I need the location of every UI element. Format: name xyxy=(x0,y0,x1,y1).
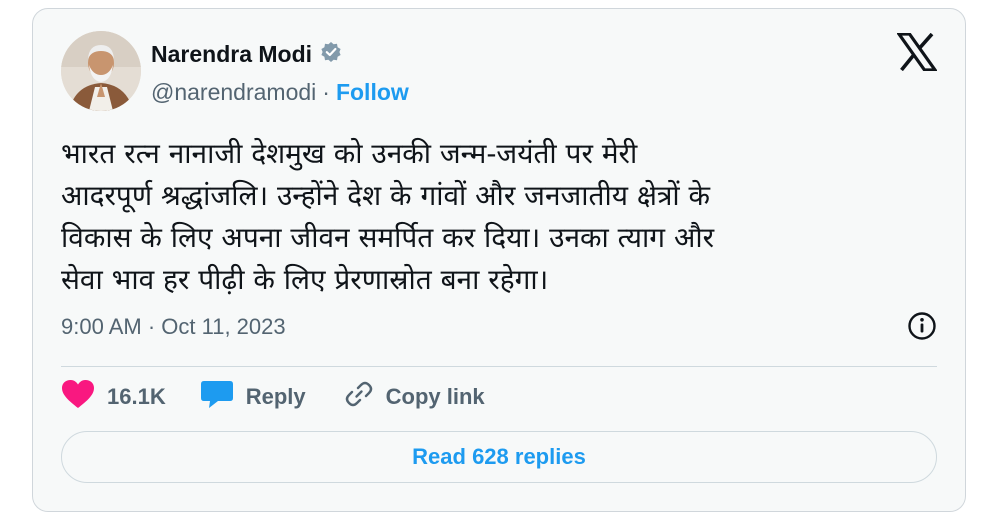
avatar[interactable] xyxy=(61,31,141,111)
reply-label: Reply xyxy=(245,384,306,409)
divider xyxy=(61,366,937,367)
info-icon[interactable] xyxy=(907,311,937,346)
read-replies-button[interactable]: Read 628 replies xyxy=(61,431,937,483)
tweet-line: विकास के लिए अपना जीवन समर्पित कर दिया। … xyxy=(61,221,715,254)
action-bar: 16.1K Reply Copy link xyxy=(61,377,485,417)
author-handle[interactable]: @narendramodi xyxy=(151,79,316,106)
link-icon xyxy=(344,379,374,415)
profile-photo xyxy=(61,31,141,111)
tweet-text: भारत रत्न नानाजी देशमुख को उनकी जन्म-जयं… xyxy=(61,133,941,301)
author-name[interactable]: Narendra Modi xyxy=(151,41,312,68)
copy-link-button[interactable]: Copy link xyxy=(344,379,485,415)
speech-bubble-icon xyxy=(200,378,234,416)
heart-icon xyxy=(61,379,95,415)
reply-button[interactable]: Reply xyxy=(200,378,306,416)
verified-badge-icon xyxy=(320,41,342,68)
x-logo-icon[interactable] xyxy=(895,32,939,76)
tweet-line: भारत रत्न नानाजी देशमुख को उनकी जन्म-जयं… xyxy=(61,137,638,170)
tweet-timestamp[interactable]: 9:00 AM · Oct 11, 2023 xyxy=(61,314,286,340)
like-count: 16.1K xyxy=(107,384,166,409)
tweet-line: सेवा भाव हर पीढ़ी के लिए प्रेरणास्रोत बन… xyxy=(61,263,549,296)
author-name-row: Narendra Modi xyxy=(151,41,342,68)
tweet-card: Narendra Modi @narendramodi · Follow भार… xyxy=(32,8,966,512)
tweet-line: आदरपूर्ण श्रद्धांजलि। उन्होंने देश के गा… xyxy=(61,179,711,212)
author-handle-row: @narendramodi · Follow xyxy=(151,79,409,106)
follow-button[interactable]: Follow xyxy=(336,79,409,106)
separator-dot: · xyxy=(322,79,330,105)
copy-link-label: Copy link xyxy=(385,384,485,409)
like-button[interactable]: 16.1K xyxy=(61,379,166,415)
